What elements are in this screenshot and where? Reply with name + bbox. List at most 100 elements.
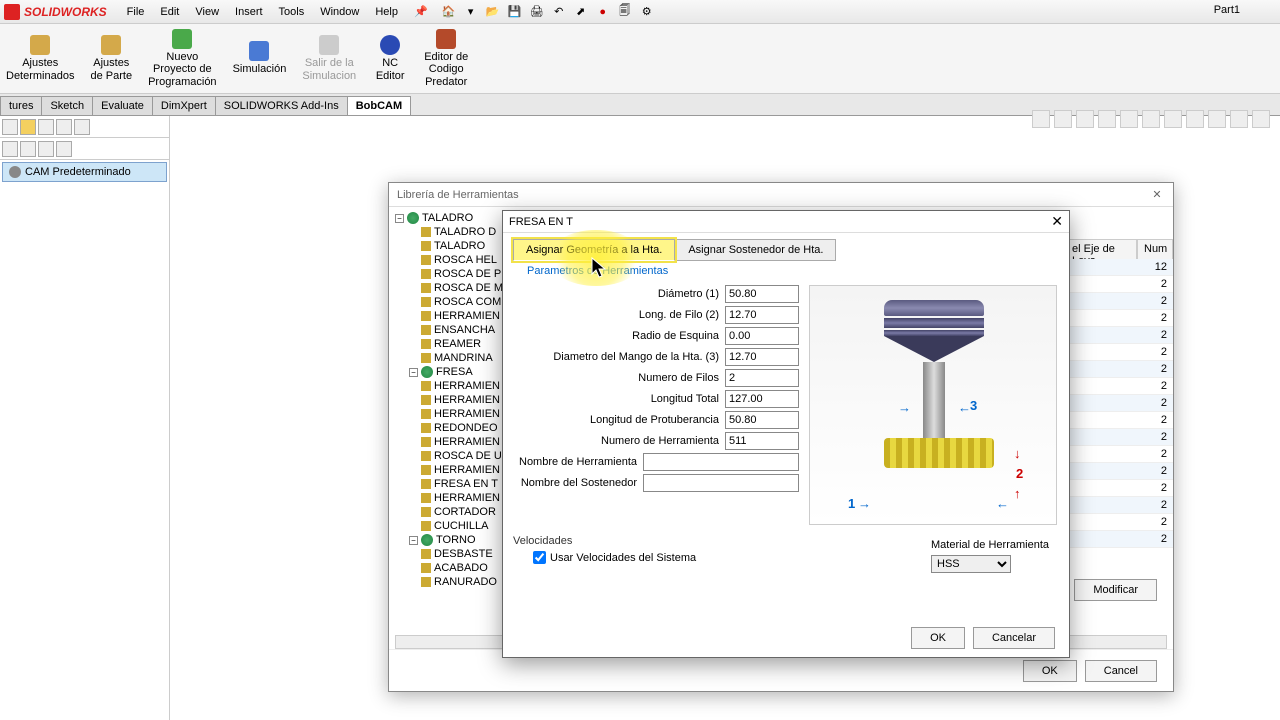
lp-icon[interactable]	[2, 141, 18, 157]
ribbon-predator[interactable]: Editor de Codigo Predator	[418, 27, 474, 89]
table-row[interactable]: 12	[1065, 259, 1173, 276]
appearance-icon[interactable]	[1186, 110, 1204, 128]
undo-icon[interactable]: ↶	[550, 3, 568, 21]
lp-icon[interactable]	[2, 119, 18, 135]
menu-help[interactable]: Help	[367, 3, 406, 21]
table-row[interactable]: 2	[1065, 497, 1173, 514]
tree-item[interactable]: ROSCA DE U	[421, 449, 505, 463]
tool-cancel-button[interactable]: Cancelar	[973, 627, 1055, 649]
tree-torno[interactable]: − TORNO	[409, 533, 505, 547]
tab-dimxpert[interactable]: DimXpert	[152, 96, 216, 115]
input-num-herr[interactable]	[725, 432, 799, 450]
table-row[interactable]: 2	[1065, 276, 1173, 293]
tree-item[interactable]: REDONDEO	[421, 421, 505, 435]
table-row[interactable]: 2	[1065, 361, 1173, 378]
table-row[interactable]: 2	[1065, 412, 1173, 429]
input-long-total[interactable]	[725, 390, 799, 408]
input-nombre-herr[interactable]	[643, 453, 799, 471]
lp-icon[interactable]	[38, 141, 54, 157]
tree-item[interactable]: REAMER	[421, 337, 505, 351]
home-icon[interactable]: 🏠	[440, 3, 458, 21]
save-icon[interactable]: 💾	[506, 3, 524, 21]
tree-item[interactable]: FRESA EN T	[421, 477, 505, 491]
menu-window[interactable]: Window	[312, 3, 367, 21]
table-row[interactable]: 2	[1065, 531, 1173, 548]
table-row[interactable]: 2	[1065, 463, 1173, 480]
tree-item[interactable]: ACABADO	[421, 561, 505, 575]
display-icon[interactable]	[1120, 110, 1138, 128]
tree-item[interactable]: CORTADOR	[421, 505, 505, 519]
close-icon[interactable]: ✕	[1149, 187, 1165, 203]
view-icon[interactable]	[1164, 110, 1182, 128]
tree-item[interactable]: HERRAMIEN	[421, 435, 505, 449]
input-mango[interactable]	[725, 348, 799, 366]
ribbon-simulacion[interactable]: Simulación	[227, 39, 293, 77]
tab-evaluate[interactable]: Evaluate	[92, 96, 153, 115]
input-filos[interactable]	[725, 369, 799, 387]
settings-icon[interactable]: ⚙	[638, 3, 656, 21]
menu-view[interactable]: View	[187, 3, 227, 21]
library-cancel-button[interactable]: Cancel	[1085, 660, 1157, 682]
tree-item[interactable]: ENSANCHA	[421, 323, 505, 337]
ribbon-nuevo-proyecto[interactable]: Nuevo Proyecto de Programación	[142, 27, 222, 89]
rebuild-icon[interactable]: ●	[594, 3, 612, 21]
options-icon[interactable]: 🗐	[616, 3, 634, 21]
tab-assign-geometry[interactable]: Asignar Geometría a la Hta.	[513, 239, 675, 261]
usar-velocidades-checkbox[interactable]	[533, 551, 546, 564]
table-row[interactable]: 2	[1065, 344, 1173, 361]
cam-root-item[interactable]: CAM Predeterminado	[2, 162, 167, 182]
menu-edit[interactable]: Edit	[152, 3, 187, 21]
input-diametro[interactable]	[725, 285, 799, 303]
input-long-filo[interactable]	[725, 306, 799, 324]
ribbon-ajustes-parte[interactable]: Ajustes de Parte	[84, 33, 138, 83]
menu-tools[interactable]: Tools	[271, 3, 313, 21]
tab-sketch[interactable]: Sketch	[41, 96, 93, 115]
tree-item[interactable]: HERRAMIEN	[421, 491, 505, 505]
tree-item[interactable]: HERRAMIEN	[421, 393, 505, 407]
menu-insert[interactable]: Insert	[227, 3, 271, 21]
tree-item[interactable]: TALADRO	[421, 239, 505, 253]
tool-ok-button[interactable]: OK	[911, 627, 965, 649]
view-icon[interactable]	[1230, 110, 1248, 128]
tree-taladro[interactable]: − TALADRO	[395, 211, 505, 225]
tree-item[interactable]: RANURADO	[421, 575, 505, 589]
lp-icon[interactable]	[38, 119, 54, 135]
new-icon[interactable]: ▾	[462, 3, 480, 21]
table-row[interactable]: 2	[1065, 395, 1173, 412]
collapse-icon[interactable]: −	[409, 536, 418, 545]
table-row[interactable]: 2	[1065, 293, 1173, 310]
ribbon-nc-editor[interactable]: NC Editor	[366, 33, 414, 83]
library-ok-button[interactable]: OK	[1023, 660, 1077, 682]
table-row[interactable]: 2	[1065, 378, 1173, 395]
section-icon[interactable]	[1098, 110, 1116, 128]
lp-icon[interactable]	[20, 141, 36, 157]
modify-button[interactable]: Modificar	[1074, 579, 1157, 601]
view-icon[interactable]	[1142, 110, 1160, 128]
tab-addins[interactable]: SOLIDWORKS Add-Ins	[215, 96, 348, 115]
lp-icon[interactable]	[74, 119, 90, 135]
view-icon[interactable]	[1252, 110, 1270, 128]
select-icon[interactable]: ⬈	[572, 3, 590, 21]
close-icon[interactable]: ✕	[1051, 213, 1063, 230]
tree-fresa[interactable]: − FRESA	[409, 365, 505, 379]
tree-item[interactable]: ROSCA DE M	[421, 281, 505, 295]
input-radio[interactable]	[725, 327, 799, 345]
tree-item[interactable]: HERRAMIEN	[421, 407, 505, 421]
tool-params-link[interactable]: Parametros de Herramientas	[517, 263, 1069, 279]
table-row[interactable]: 2	[1065, 446, 1173, 463]
open-icon[interactable]: 📂	[484, 3, 502, 21]
print-icon[interactable]: 🖨	[528, 3, 546, 21]
ribbon-ajustes-pred[interactable]: Ajustes Determinados	[0, 33, 80, 83]
pin-icon[interactable]: 📌	[414, 5, 428, 18]
table-row[interactable]: 2	[1065, 429, 1173, 446]
tab-assign-holder[interactable]: Asignar Sostenedor de Hta.	[675, 239, 836, 261]
zoom-fit-icon[interactable]	[1054, 110, 1072, 128]
tree-item[interactable]: MANDRINA	[421, 351, 505, 365]
table-row[interactable]: 2	[1065, 327, 1173, 344]
tree-item[interactable]: ROSCA DE P	[421, 267, 505, 281]
tree-item[interactable]: TALADRO D	[421, 225, 505, 239]
lp-icon[interactable]	[20, 119, 36, 135]
dialog-titlebar[interactable]: Librería de Herramientas ✕	[389, 183, 1173, 207]
tree-item[interactable]: DESBASTE	[421, 547, 505, 561]
table-row[interactable]: 2	[1065, 310, 1173, 327]
